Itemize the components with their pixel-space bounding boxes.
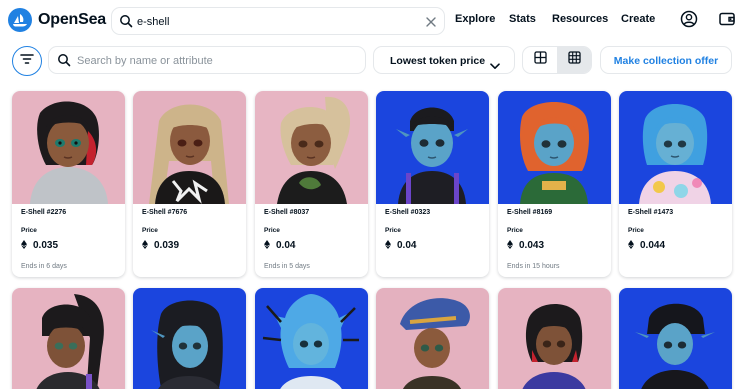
ethereum-icon — [628, 236, 634, 254]
nft-card[interactable]: E-Shell #8037 Price 0.04 Ends in 5 days — [255, 91, 368, 277]
search-icon — [119, 14, 133, 33]
nft-name: E-Shell #0323 — [385, 209, 431, 216]
price-label: Price — [628, 227, 644, 234]
price-label: Price — [385, 227, 401, 234]
nft-card[interactable] — [376, 288, 489, 389]
nft-image — [12, 91, 125, 204]
nft-price: 0.04 — [397, 239, 417, 251]
listing-expiry: Ends in 6 days — [21, 263, 67, 270]
nft-card[interactable]: E-Shell #1473 Price 0.044 — [619, 91, 732, 277]
listing-expiry: Ends in 15 hours — [507, 263, 560, 270]
nft-image — [255, 91, 368, 204]
large-grid-icon — [533, 51, 547, 69]
nft-image — [133, 91, 246, 204]
nft-grid: E-Shell #2276 Price 0.035 Ends in 6 days — [12, 91, 732, 389]
nft-image — [255, 288, 368, 389]
grid-view-toggle — [522, 46, 592, 74]
nft-name: E-Shell #8169 — [507, 209, 553, 216]
large-grid-view-button[interactable] — [523, 47, 557, 73]
nav-resources[interactable]: Resources — [552, 13, 608, 25]
nft-name: E-Shell #8037 — [264, 209, 310, 216]
nft-price: 0.035 — [33, 239, 59, 251]
nav-create[interactable]: Create — [621, 13, 655, 25]
opensea-logo-icon — [8, 8, 32, 32]
make-collection-offer-button[interactable]: Make collection offer — [600, 46, 732, 74]
nft-card[interactable] — [12, 288, 125, 389]
attribute-search-bar[interactable] — [48, 46, 366, 74]
nft-price: 0.04 — [276, 239, 296, 251]
make-collection-offer-label: Make collection offer — [613, 55, 719, 67]
nft-image — [619, 288, 732, 389]
wallet-icon[interactable] — [718, 10, 736, 33]
brand-name: OpenSea — [38, 11, 106, 28]
ethereum-icon — [385, 236, 391, 254]
price-label: Price — [142, 227, 158, 234]
filter-icon — [20, 52, 34, 70]
nft-price: 0.044 — [640, 239, 666, 251]
global-search-bar[interactable] — [111, 7, 445, 35]
nft-card[interactable]: E-Shell #8169 Price 0.043 Ends in 15 hou… — [498, 91, 611, 277]
price-label: Price — [21, 227, 37, 234]
nft-image — [498, 91, 611, 204]
sort-selected-label: Lowest token price — [390, 55, 486, 67]
nft-name: E-Shell #1473 — [628, 209, 674, 216]
small-grid-view-button[interactable] — [557, 47, 591, 73]
nft-price: 0.043 — [519, 239, 545, 251]
nft-price: 0.039 — [154, 239, 180, 251]
sort-dropdown[interactable]: Lowest token price — [373, 46, 515, 74]
nft-card[interactable] — [255, 288, 368, 389]
clear-search-icon[interactable] — [425, 15, 437, 33]
nft-image — [619, 91, 732, 204]
nav-stats[interactable]: Stats — [509, 13, 536, 25]
opensea-logo[interactable]: OpenSea — [8, 8, 106, 32]
nft-image — [12, 288, 125, 389]
nft-card[interactable]: E-Shell #2276 Price 0.035 Ends in 6 days — [12, 91, 125, 277]
account-icon[interactable] — [680, 10, 698, 33]
chevron-down-icon — [490, 57, 500, 75]
ethereum-icon — [507, 236, 513, 254]
nft-card[interactable]: E-Shell #0323 Price 0.04 — [376, 91, 489, 277]
price-label: Price — [264, 227, 280, 234]
ethereum-icon — [264, 236, 270, 254]
global-search-input[interactable] — [137, 13, 417, 31]
small-grid-icon — [567, 51, 581, 69]
search-icon — [57, 53, 71, 72]
listing-expiry: Ends in 5 days — [264, 263, 310, 270]
ethereum-icon — [142, 236, 148, 254]
nft-name: E-Shell #7676 — [142, 209, 188, 216]
nft-card[interactable] — [133, 288, 246, 389]
attribute-search-input[interactable] — [77, 52, 357, 70]
nft-image — [376, 288, 489, 389]
nft-card[interactable]: E-Shell #7676 Price 0.039 — [133, 91, 246, 277]
nft-image — [498, 288, 611, 389]
top-navigation-bar: OpenSea Explore Stats Resources Create — [0, 0, 740, 40]
nft-image — [133, 288, 246, 389]
filter-toggle-button[interactable] — [12, 46, 42, 76]
nft-name: E-Shell #2276 — [21, 209, 67, 216]
nft-card[interactable] — [498, 288, 611, 389]
ethereum-icon — [21, 236, 27, 254]
price-label: Price — [507, 227, 523, 234]
nft-card[interactable] — [619, 288, 732, 389]
nft-image — [376, 91, 489, 204]
nav-explore[interactable]: Explore — [455, 13, 495, 25]
